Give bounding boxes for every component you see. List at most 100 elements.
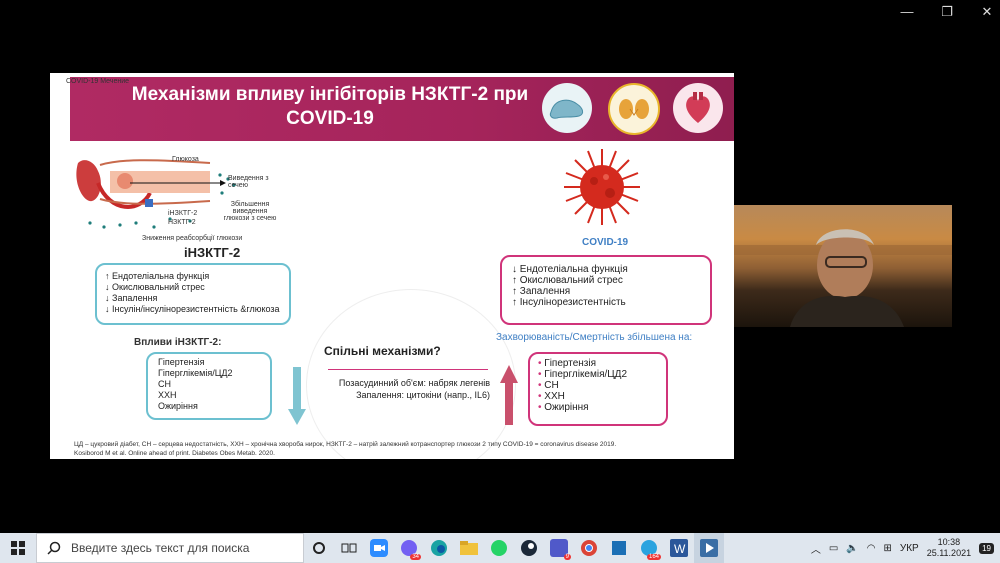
increased-excretion-label: Збільшення виведення глюкози з сечею <box>223 201 277 222</box>
start-button[interactable] <box>0 533 36 563</box>
close-button[interactable]: ✕ <box>980 4 994 20</box>
morbidity-item: • Гіперглікемія/ЦД2 <box>538 369 658 380</box>
reabsorption-label: Зниження реабсорбції глюкози <box>142 235 243 242</box>
arrow-icon: ↓ <box>105 293 113 303</box>
sglt2i-effect-item: ↓ Окислювальний стрес <box>105 282 281 293</box>
sglt2i-effects-box: ↑ Ендотеліальна функція ↓ Окислювальний с… <box>95 263 291 325</box>
morbidity-item: • ХХН <box>538 391 658 402</box>
morbidity-item-text: Гіперглікемія/ЦД2 <box>544 369 628 380</box>
down-arrow-icon <box>288 367 306 425</box>
sglt2i-effect-item: ↓ Запалення <box>105 293 281 304</box>
cortana-icon[interactable] <box>304 533 334 563</box>
task-view-icon[interactable] <box>334 533 364 563</box>
chevron-up-icon[interactable]: ︿ <box>811 541 821 556</box>
search-icon <box>47 541 61 555</box>
pancreas-icon <box>542 83 592 133</box>
corner-label: COVID-19 Мечение <box>66 78 130 85</box>
glucose-label: Глюкоза <box>172 156 199 163</box>
divider <box>328 369 488 370</box>
effect-item: ХХН <box>158 390 260 401</box>
sglt2i-effect-item-text: Окислювальний стрес <box>112 282 205 292</box>
steam-icon[interactable] <box>514 533 544 563</box>
effect-item-text: Гіпертензія <box>158 357 205 367</box>
slide-title: Механізми впливу інгібіторів НЗКТГ-2 при… <box>100 83 560 131</box>
coronavirus-icon <box>564 149 640 225</box>
svg-text:W: W <box>674 542 686 556</box>
effect-item: СН <box>158 379 260 390</box>
morbidity-item: • Гіпертензія <box>538 358 658 369</box>
covid-effect-item: ↑ Інсулінорезистентність <box>512 297 700 308</box>
system-tray: ︿ ▭ 🔈 ◠ ⊞ УКР 10:38 25.11.2021 19 <box>811 533 1000 563</box>
shared-mechanisms-text: Позасудинний об'єм: набряк легенів Запал… <box>308 377 490 401</box>
footnote-line-1: ЦД – цукровий діабет, СН – серцева недос… <box>74 441 617 448</box>
morbidity-item: • СН <box>538 380 658 391</box>
window-controls: — ❐ ✕ <box>900 4 994 20</box>
telegram-badge: 164 <box>646 554 661 560</box>
effect-item-text: СН <box>158 379 171 389</box>
covid-effect-item: ↑ Окислювальний стрес <box>512 275 700 286</box>
footnote: ЦД – цукровий діабет, СН – серцева недос… <box>74 440 724 458</box>
wifi-icon[interactable]: ◠ <box>867 543 876 554</box>
effect-item-text: Гіперглікемія/ЦД2 <box>158 368 233 378</box>
arrow-icon: ↓ <box>105 304 113 314</box>
shared-mechanisms-circle <box>306 289 516 459</box>
covid-effect-item-text: Запалення <box>519 286 571 297</box>
search-placeholder: Введите здесь текст для поиска <box>71 541 250 555</box>
whatsapp-icon[interactable] <box>484 533 514 563</box>
covid-effects-box: ↓ Ендотеліальна функція ↑ Окислювальний с… <box>500 255 712 325</box>
sglt2i-heading: іНЗКТГ-2 <box>184 245 241 260</box>
word-icon[interactable]: W <box>664 533 694 563</box>
morbidity-heading: Захворюваність/Смертність збільшена на: <box>496 332 693 343</box>
title-line-2: COVID-19 <box>286 108 374 129</box>
effect-item-text: ХХН <box>158 390 177 400</box>
covid-effects-list: ↓ Ендотеліальна функція ↑ Окислювальний с… <box>512 264 700 308</box>
edge-icon[interactable] <box>424 533 454 563</box>
file-explorer-icon[interactable] <box>454 533 484 563</box>
viber-icon[interactable]: 34 <box>394 533 424 563</box>
taskbar-search[interactable]: Введите здесь текст для поиска <box>36 533 304 563</box>
network-icon[interactable]: ⊞ <box>883 543 891 554</box>
inhibitor-label: іНЗКТГ-2 <box>168 210 198 217</box>
battery-icon[interactable]: ▭ <box>829 543 838 554</box>
language-indicator[interactable]: УКР <box>900 543 919 554</box>
arrow-icon: ↑ <box>105 271 113 281</box>
covid-effect-item-text: Окислювальний стрес <box>519 275 623 286</box>
chrome-icon[interactable] <box>574 533 604 563</box>
morbidity-item-text: ХХН <box>544 391 565 402</box>
sglt2i-effect-item: ↓ Інсулін/інсулінорезистентність &глюкоз… <box>105 304 281 315</box>
telegram-icon[interactable]: 164 <box>634 533 664 563</box>
transporter-label: НЗКТГ-2 <box>168 219 196 226</box>
effects-list: Гіпертензія Гіперглікемія/ЦД2 СН ХХН Ожирінн… <box>158 357 260 412</box>
shared-mechanism-volume: Позасудинний об'єм: набряк легенів <box>338 378 490 388</box>
sglt2i-effect-item-text: Інсулін/інсулінорезистентність &глюкоза <box>112 304 280 314</box>
notifications-icon[interactable]: 19 <box>979 542 994 554</box>
virtualbox-icon[interactable] <box>604 533 634 563</box>
zoom-icon[interactable] <box>364 533 394 563</box>
morbidity-list: • Гіпертензія • Гіперглікемія/ЦД2 • СН • ХХ… <box>538 358 658 413</box>
covid-effect-item-text: Інсулінорезистентність <box>519 297 626 308</box>
powerpoint-icon[interactable] <box>694 533 724 563</box>
effect-item: Гіпертензія <box>158 357 260 368</box>
effect-item: Ожиріння <box>158 401 260 412</box>
teams-icon[interactable]: 9 <box>544 533 574 563</box>
effects-box: Гіпертензія Гіперглікемія/ЦД2 СН ХХН Ожирінн… <box>146 352 272 420</box>
covid-effect-item: ↓ Ендотеліальна функція <box>512 264 700 275</box>
minimize-button[interactable]: — <box>900 4 914 20</box>
sglt2i-effects-list: ↑ Ендотеліальна функція ↓ Окислювальний с… <box>105 271 281 315</box>
taskbar: Введите здесь текст для поиска 34 9 164 … <box>0 533 1000 563</box>
arrow-icon: ↑ <box>512 286 520 297</box>
volume-icon[interactable]: 🔈 <box>846 543 858 554</box>
shared-mechanism-inflammation: Запалення: цитокіни (напр., IL6) <box>356 390 490 400</box>
sglt2i-effect-item: ↑ Ендотеліальна функція <box>105 271 281 282</box>
morbidity-item-text: Гіпертензія <box>544 358 597 369</box>
teams-badge: 9 <box>563 554 571 560</box>
effects-heading: Впливи іНЗКТГ-2: <box>134 337 222 348</box>
windows-icon <box>11 541 25 555</box>
viber-badge: 34 <box>410 554 421 560</box>
morbidity-box: • Гіпертензія • Гіперглікемія/ЦД2 • СН • ХХ… <box>528 352 668 426</box>
restore-button[interactable]: ❐ <box>940 4 954 20</box>
morbidity-item-text: Ожиріння <box>544 402 589 413</box>
webcam-video <box>734 205 952 327</box>
clock[interactable]: 10:38 25.11.2021 <box>927 537 971 559</box>
presentation-slide: Механізми впливу інгібіторів НЗКТГ-2 при… <box>50 73 734 459</box>
